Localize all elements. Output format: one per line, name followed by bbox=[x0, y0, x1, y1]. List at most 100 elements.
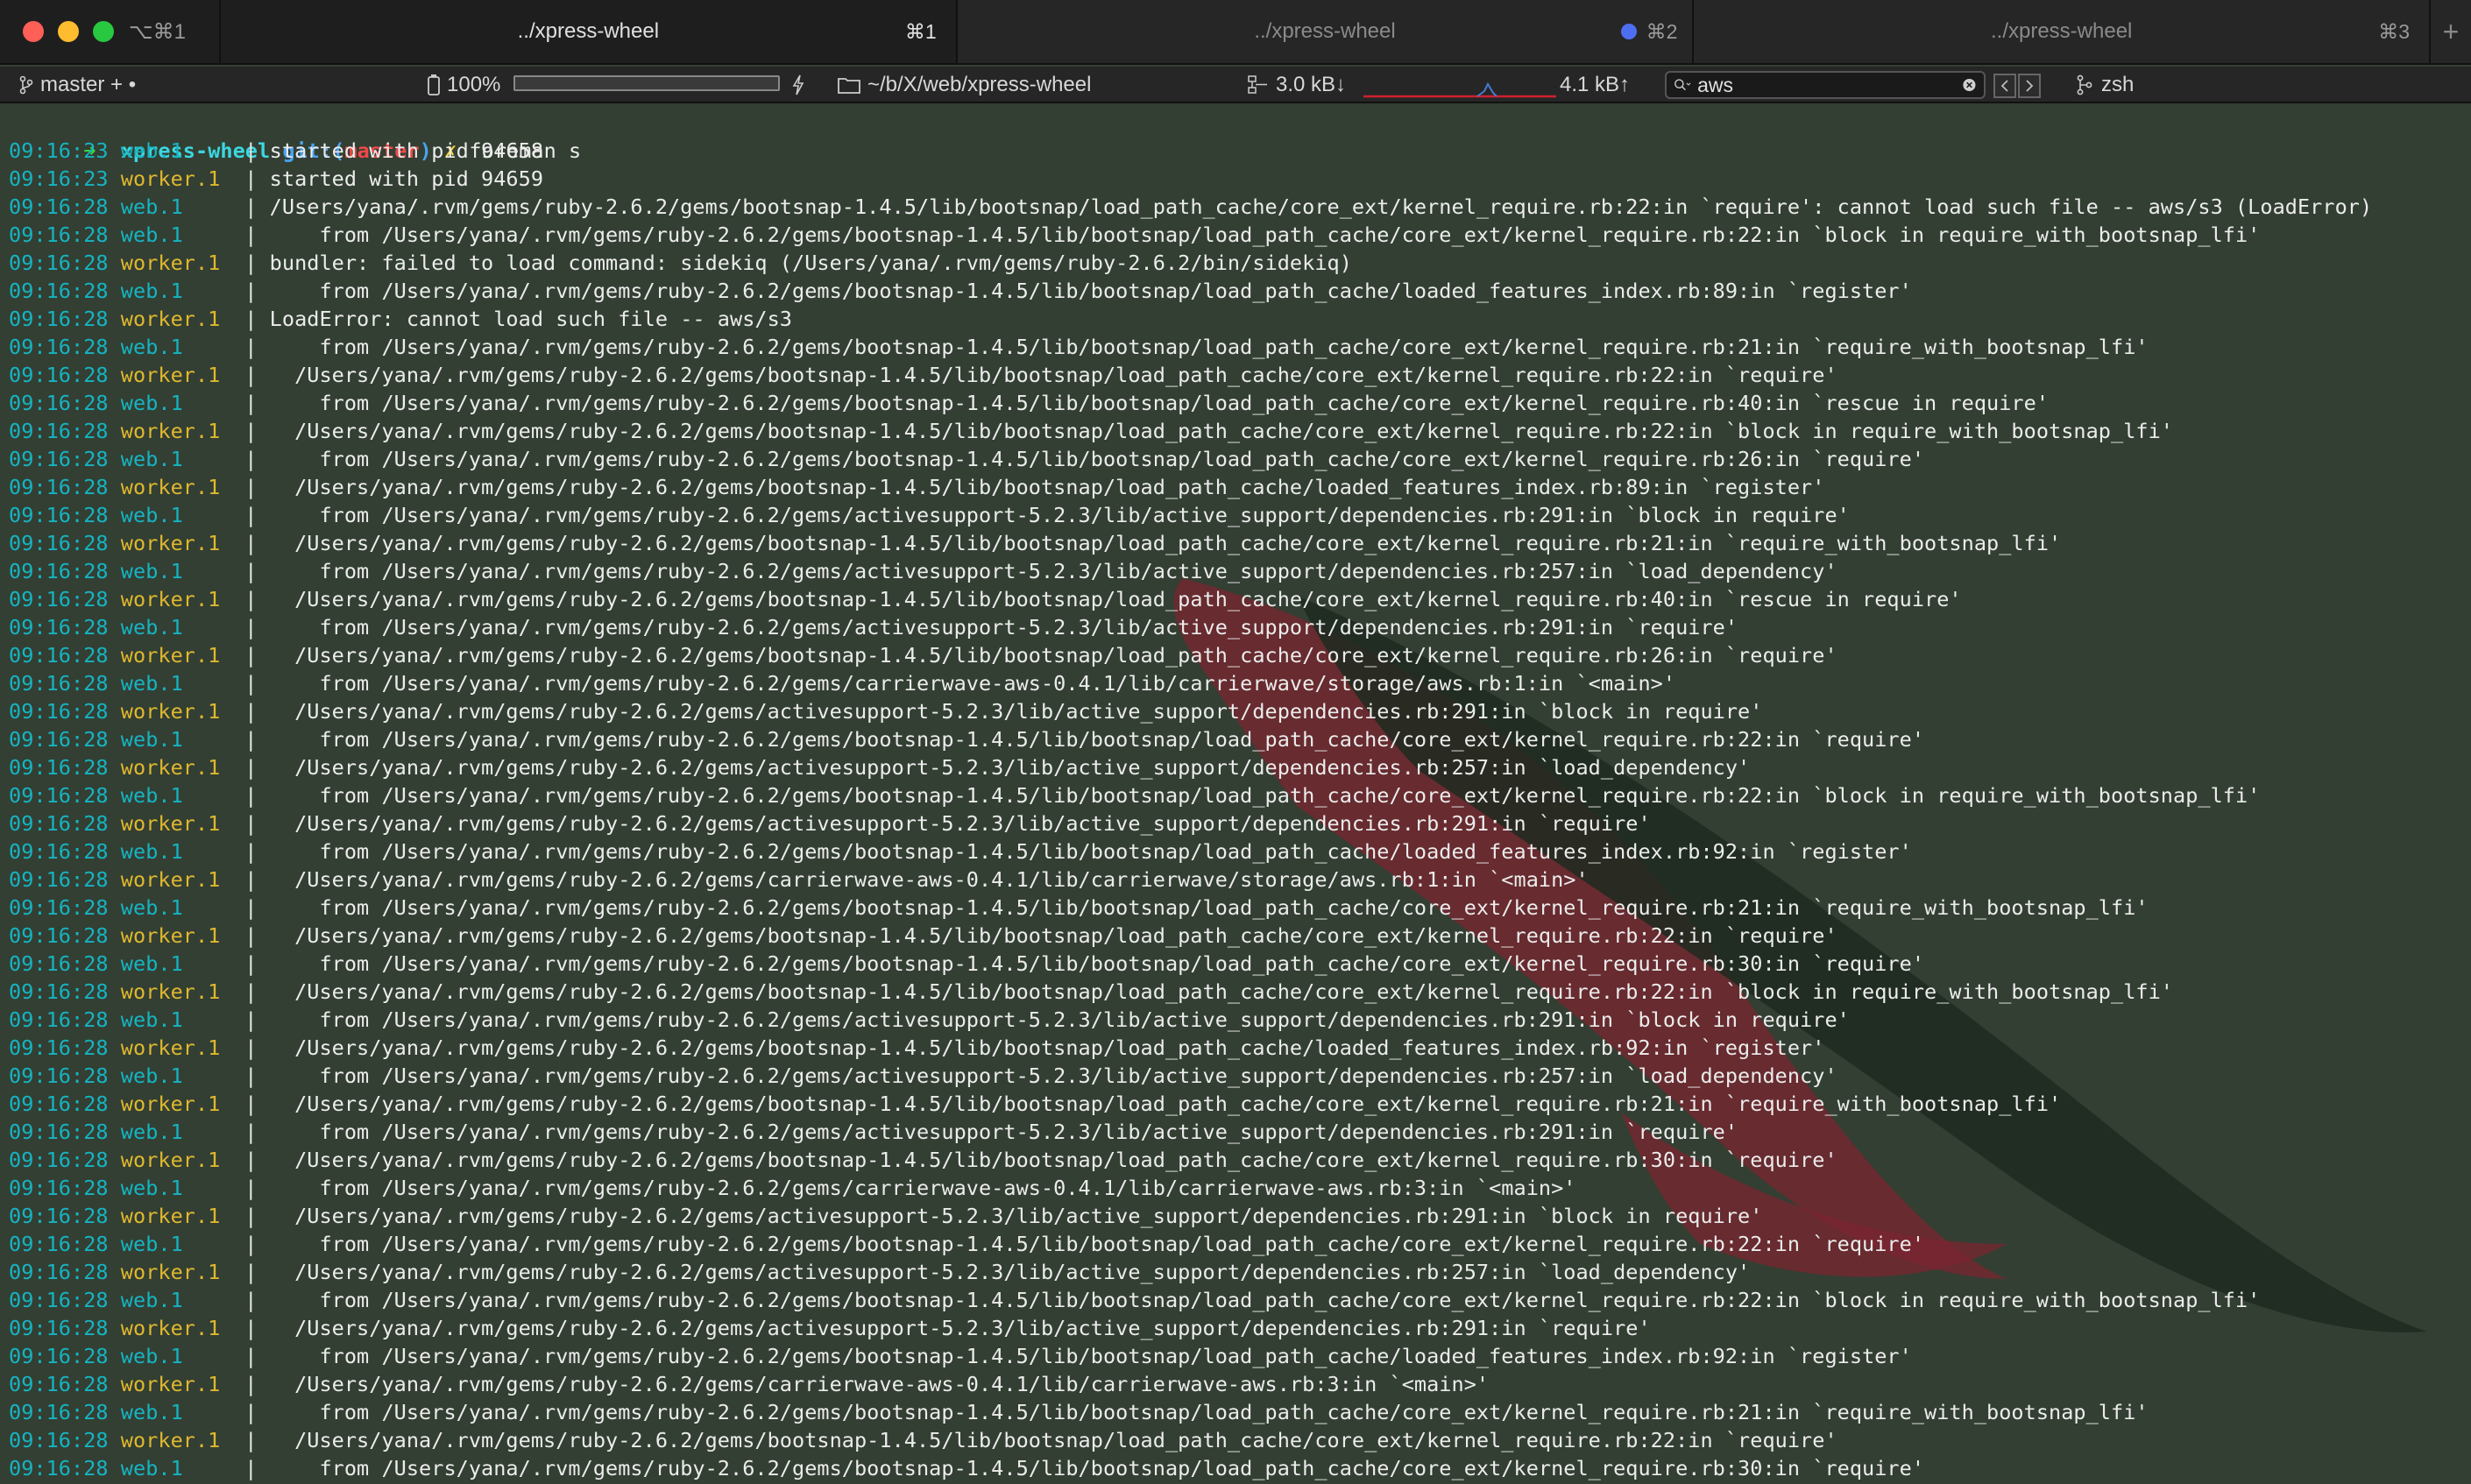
log-separator: | bbox=[244, 1400, 270, 1424]
close-window-button[interactable] bbox=[23, 21, 44, 42]
search-icon[interactable] bbox=[1674, 75, 1692, 95]
log-message: /Users/yana/.rvm/gems/ruby-2.6.2/gems/bo… bbox=[269, 194, 2373, 219]
terminal-output[interactable]: ➜ xpress-wheel git:(master) ✗ foreman s … bbox=[0, 105, 2471, 1484]
log-separator: | bbox=[244, 587, 270, 611]
log-line: 09:16:28 web.1 | from /Users/yana/.rvm/ge… bbox=[9, 1230, 2372, 1258]
git-branch-status[interactable]: master + • bbox=[19, 67, 136, 103]
log-line: 09:16:28 web.1 | from /Users/yana/.rvm/ge… bbox=[9, 725, 2372, 753]
log-timestamp: 09:16:28 bbox=[9, 923, 109, 948]
log-line: 09:16:28 worker.1 | /Users/yana/.rvm/gems… bbox=[9, 922, 2372, 950]
log-timestamp: 09:16:28 bbox=[9, 1288, 109, 1312]
log-separator: | bbox=[244, 979, 270, 1004]
log-timestamp: 09:16:28 bbox=[9, 1007, 109, 1032]
tab-3[interactable]: ../xpress-wheel ⌘3 bbox=[1694, 0, 2432, 63]
network-upload: 4.1 kB↑ bbox=[1560, 67, 1630, 103]
zoom-window-button[interactable] bbox=[93, 21, 114, 42]
find-previous-button[interactable] bbox=[1993, 74, 2016, 98]
log-message: from /Users/yana/.rvm/gems/ruby-2.6.2/ge… bbox=[269, 1064, 1837, 1088]
log-separator: | bbox=[244, 307, 270, 331]
shell-label: zsh bbox=[2101, 73, 2135, 96]
minimize-window-button[interactable] bbox=[58, 21, 79, 42]
new-tab-button[interactable]: + bbox=[2431, 0, 2471, 63]
log-timestamp: 09:16:23 bbox=[9, 166, 109, 191]
log-separator: | bbox=[244, 811, 270, 836]
log-line: 09:16:28 worker.1 | /Users/yana/.rvm/gems… bbox=[9, 585, 2372, 613]
log-process-name: web.1 bbox=[120, 335, 183, 359]
log-timestamp: 09:16:28 bbox=[9, 194, 109, 219]
log-line: 09:16:28 web.1 | from /Users/yana/.rvm/ge… bbox=[9, 894, 2372, 922]
log-message: LoadError: cannot load such file -- aws/… bbox=[269, 307, 792, 331]
log-separator: | bbox=[244, 1316, 270, 1340]
log-process-name: worker.1 bbox=[120, 811, 221, 836]
log-timestamp: 09:16:28 bbox=[9, 279, 109, 303]
current-path[interactable]: ~/b/X/web/xpress-wheel bbox=[838, 67, 1091, 103]
log-process-name: web.1 bbox=[120, 1400, 183, 1424]
shell-status[interactable]: zsh bbox=[2075, 67, 2134, 103]
power-status bbox=[792, 67, 804, 103]
log-process-name: web.1 bbox=[120, 447, 183, 471]
log-timestamp: 09:16:28 bbox=[9, 419, 109, 443]
log-message: from /Users/yana/.rvm/gems/ruby-2.6.2/ge… bbox=[269, 895, 2149, 920]
tab-2-activity: ⌘2 bbox=[1620, 19, 1678, 44]
log-message: /Users/yana/.rvm/gems/ruby-2.6.2/gems/bo… bbox=[269, 363, 1837, 387]
network-sparkline bbox=[1363, 81, 1556, 98]
log-message: from /Users/yana/.rvm/gems/ruby-2.6.2/ge… bbox=[269, 1344, 1912, 1368]
battery-percent: 100% bbox=[447, 73, 501, 96]
log-timestamp: 09:16:28 bbox=[9, 895, 109, 920]
log-separator: | bbox=[244, 531, 270, 555]
log-process-name: worker.1 bbox=[120, 755, 221, 780]
log-message: from /Users/yana/.rvm/gems/ruby-2.6.2/ge… bbox=[269, 1456, 1925, 1480]
log-line: 09:16:23 worker.1 | started with pid 9465… bbox=[9, 165, 2372, 193]
log-timestamp: 09:16:28 bbox=[9, 531, 109, 555]
log-separator: | bbox=[244, 727, 270, 752]
log-separator: | bbox=[244, 391, 270, 415]
tab-1[interactable]: ../xpress-wheel ⌘1 bbox=[221, 0, 958, 63]
chevron-left-icon bbox=[2000, 80, 2008, 92]
tab-2[interactable]: ../xpress-wheel ⌘2 bbox=[958, 0, 1695, 63]
log-timestamp: 09:16:28 bbox=[9, 1260, 109, 1284]
find-input[interactable] bbox=[1697, 73, 1958, 97]
log-message: from /Users/yana/.rvm/gems/ruby-2.6.2/ge… bbox=[269, 727, 1925, 752]
log-process-name: worker.1 bbox=[120, 867, 221, 892]
log-process-name: web.1 bbox=[120, 1344, 183, 1368]
log-message: from /Users/yana/.rvm/gems/ruby-2.6.2/ge… bbox=[269, 391, 2050, 415]
log-process-name: worker.1 bbox=[120, 251, 221, 275]
chevron-right-icon bbox=[2026, 80, 2034, 92]
log-separator: | bbox=[244, 1372, 270, 1396]
find-next-button[interactable] bbox=[2018, 74, 2041, 98]
log-process-name: web.1 bbox=[120, 839, 183, 864]
log-timestamp: 09:16:28 bbox=[9, 363, 109, 387]
log-process-name: web.1 bbox=[120, 615, 183, 640]
clear-search-icon[interactable] bbox=[1962, 74, 1977, 95]
log-separator: | bbox=[244, 279, 270, 303]
log-line: 09:16:28 web.1 | from /Users/yana/.rvm/ge… bbox=[9, 781, 2372, 809]
log-message: from /Users/yana/.rvm/gems/ruby-2.6.2/ge… bbox=[269, 1007, 1850, 1032]
log-message: from /Users/yana/.rvm/gems/ruby-2.6.2/ge… bbox=[269, 559, 1837, 583]
log-timestamp: 09:16:28 bbox=[9, 335, 109, 359]
log-timestamp: 09:16:28 bbox=[9, 783, 109, 808]
log-message: bundler: failed to load command: sidekiq… bbox=[269, 251, 1352, 275]
tab-2-shortcut: ⌘2 bbox=[1646, 19, 1678, 43]
log-separator: | bbox=[244, 643, 270, 668]
log-message: /Users/yana/.rvm/gems/ruby-2.6.2/gems/bo… bbox=[269, 1148, 1837, 1172]
log-separator: | bbox=[244, 1007, 270, 1032]
log-separator: | bbox=[244, 1204, 270, 1228]
log-timestamp: 09:16:28 bbox=[9, 475, 109, 499]
log-process-name: worker.1 bbox=[120, 1316, 221, 1340]
log-message: started with pid 94659 bbox=[269, 166, 544, 191]
path-label: ~/b/X/web/xpress-wheel bbox=[867, 73, 1092, 96]
log-message: /Users/yana/.rvm/gems/ruby-2.6.2/gems/ac… bbox=[269, 811, 1651, 836]
window-shortcut: ⌥⌘1 bbox=[128, 19, 186, 44]
log-process-name: web.1 bbox=[120, 391, 183, 415]
log-separator: | bbox=[244, 671, 270, 696]
network-download: 3.0 kB↓ bbox=[1248, 67, 1346, 103]
log-line: 09:16:28 web.1 | from /Users/yana/.rvm/ge… bbox=[9, 669, 2372, 697]
log-message: from /Users/yana/.rvm/gems/ruby-2.6.2/ge… bbox=[269, 1288, 2261, 1312]
log-line: 09:16:28 worker.1 | /Users/yana/.rvm/gems… bbox=[9, 1034, 2372, 1062]
network-icon bbox=[1248, 75, 1267, 94]
log-line: 09:16:28 web.1 | from /Users/yana/.rvm/ge… bbox=[9, 445, 2372, 473]
log-process-name: web.1 bbox=[120, 895, 183, 920]
log-timestamp: 09:16:28 bbox=[9, 1064, 109, 1088]
log-line: 09:16:28 web.1 | from /Users/yana/.rvm/ge… bbox=[9, 1006, 2372, 1034]
log-timestamp: 09:16:28 bbox=[9, 1120, 109, 1144]
